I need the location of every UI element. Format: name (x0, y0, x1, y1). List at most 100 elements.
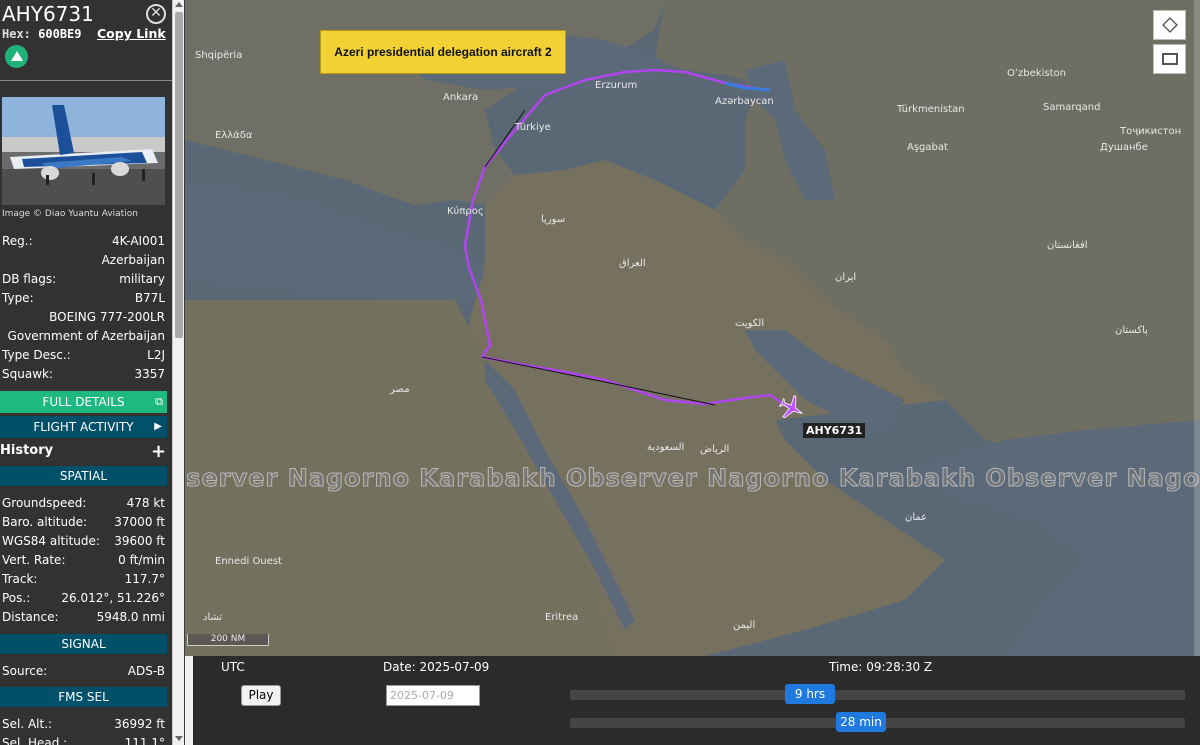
spatial-label: Distance: (2, 610, 59, 624)
spatial-value: 0 ft/min (118, 553, 165, 567)
map-control-top[interactable] (1165, 0, 1195, 10)
type-label: Type: (2, 291, 34, 305)
play-button[interactable]: Play (241, 685, 281, 706)
watermark-text: Karabakh Observer Nagorno Karabakh Obser… (185, 464, 1200, 493)
chevron-right-icon: ▶ (154, 421, 162, 432)
map-label: السعودية (647, 442, 685, 453)
map-label: سوريا (541, 214, 566, 225)
hours-slider-thumb[interactable]: 9 hrs (785, 684, 835, 704)
map-label: Oʻzbekiston (1007, 68, 1066, 79)
scroll-up-icon[interactable] (175, 2, 183, 7)
minutes-slider-thumb[interactable]: 28 min (836, 712, 886, 732)
vert-rate-row: Vert. Rate: 0 ft/min (2, 553, 165, 571)
map-label: العراق (619, 258, 646, 269)
map-scrollbar[interactable] (1194, 0, 1200, 656)
aircraft-info-panel: AHY6731 ✕ Hex: 600BE9 Copy Link Image © … (0, 0, 172, 745)
db-flags-label: DB flags: (2, 272, 57, 286)
sel-alt-row: Sel. Alt.: 36992 ft (2, 717, 165, 735)
country-value: Azerbaijan (101, 253, 165, 267)
map-label: Shqipëria (195, 50, 243, 61)
map-label: اليمن (733, 620, 756, 631)
map-canvas[interactable] (185, 0, 1200, 656)
registration-row: Reg.: 4K-AI001 (2, 234, 165, 252)
hours-slider[interactable] (570, 690, 1185, 700)
spatial-value: 117.7° (124, 572, 165, 586)
map-scale: 200 NM (187, 634, 269, 646)
aircraft-callsign-label[interactable]: AHY6731 (803, 423, 866, 438)
groundspeed-row: Groundspeed: 478 kt (2, 496, 165, 514)
hex-value: 600BE9 (38, 27, 82, 41)
time-label: Time: 09:28:30 Z (829, 660, 933, 674)
map-label: Κύπρος (447, 206, 484, 217)
map-label: الرياض (700, 444, 730, 455)
map-label: عمان (905, 512, 928, 523)
squawk-value: 3357 (134, 367, 165, 381)
replay-timeline: UTC Date: 2025-07-09 Time: 09:28:30 Z Pl… (185, 656, 1200, 745)
flight-activity-button[interactable]: FLIGHT ACTIVITY ▶ (0, 416, 167, 438)
external-link-icon: ⧉ (155, 395, 163, 408)
adsb-status-icon (5, 45, 28, 68)
map-layers-control[interactable] (1153, 44, 1186, 74)
flight-activity-label: FLIGHT ACTIVITY (33, 420, 134, 434)
spatial-value: 26.012°, 51.226° (61, 591, 165, 605)
map-label: افغانستان (1047, 240, 1088, 251)
annotation-note: Azeri presidential delegation aircraft 2 (320, 30, 566, 74)
scroll-down-icon[interactable] (175, 736, 183, 741)
squawk-label: Squawk: (2, 367, 53, 381)
aircraft-photo[interactable] (2, 97, 165, 205)
spatial-section-header: SPATIAL (0, 466, 167, 486)
map-label: پاکستان (1115, 325, 1148, 336)
hex-code: Hex: 600BE9 (2, 27, 82, 41)
signal-section-header: SIGNAL (0, 634, 167, 654)
layers-icon (1162, 17, 1178, 33)
wgs84-altitude-row: WGS84 altitude: 39600 ft (2, 534, 165, 552)
squawk-row: Squawk: 3357 (2, 367, 165, 385)
spatial-label: Vert. Rate: (2, 553, 66, 567)
map-label: Ankara (443, 92, 479, 103)
date-input[interactable]: 2025-07-09 (386, 685, 480, 706)
timeline-left-edge (185, 656, 193, 745)
map-label: Eritrea (545, 612, 579, 623)
map-settings-control[interactable] (1153, 10, 1186, 40)
map-label: الكويت (735, 318, 765, 329)
fms-value: 111.1° (124, 736, 165, 745)
db-flags-row: DB flags: military (2, 272, 165, 290)
registration-value[interactable]: 4K-AI001 (112, 234, 165, 248)
fms-value: 36992 ft (114, 717, 165, 731)
position-row: Pos.: 26.012°, 51.226° (2, 591, 165, 609)
track-row: Track: 117.7° (2, 572, 165, 590)
map-label: Aşgabat (907, 142, 948, 153)
copy-link[interactable]: Copy Link (97, 26, 166, 41)
history-heading[interactable]: History (0, 443, 53, 458)
source-value: ADS-B (127, 664, 165, 678)
map-label: مصر (390, 384, 410, 395)
spatial-label: Track: (2, 572, 38, 586)
type-full-value: BOEING 777-200LR (49, 310, 165, 324)
sidebar-scrollbar[interactable] (172, 0, 184, 745)
country-row: Azerbaijan (2, 253, 165, 271)
map-label: تشاد (203, 612, 223, 623)
type-row: Type: B77L (2, 291, 165, 309)
source-label: Source: (2, 664, 48, 678)
map-label: Erzurum (595, 80, 638, 91)
close-icon[interactable]: ✕ (146, 4, 166, 24)
scrollbar-thumb[interactable] (175, 12, 183, 338)
distance-row: Distance: 5948.0 nmi (2, 610, 165, 628)
owner-value: Government of Azerbaijan (7, 329, 165, 343)
map-label: Azərbaycan (715, 96, 774, 107)
map-label: Türkiye (515, 122, 551, 133)
fms-section-header: FMS SEL (0, 687, 167, 707)
map-label: Samarqand (1043, 102, 1101, 113)
full-details-label: FULL DETAILS (42, 395, 125, 409)
map-view[interactable]: Shqipëria Ελλάδα Türkiye Ankara Erzurum … (185, 0, 1200, 656)
map-label: Türkmenistan (897, 104, 965, 115)
map-label: Ennedi Ouest (215, 556, 282, 567)
map-icon (1162, 53, 1178, 65)
full-details-button[interactable]: FULL DETAILS ⧉ (0, 391, 167, 413)
app-window: AHY6731 ✕ Hex: 600BE9 Copy Link Image © … (0, 0, 1200, 745)
baro-altitude-row: Baro. altitude: 37000 ft (2, 515, 165, 533)
type-desc-label: Type Desc.: (2, 348, 71, 362)
spatial-label: Baro. altitude: (2, 515, 88, 529)
expand-plus-icon[interactable]: + (151, 441, 166, 462)
spatial-value: 39600 ft (114, 534, 165, 548)
